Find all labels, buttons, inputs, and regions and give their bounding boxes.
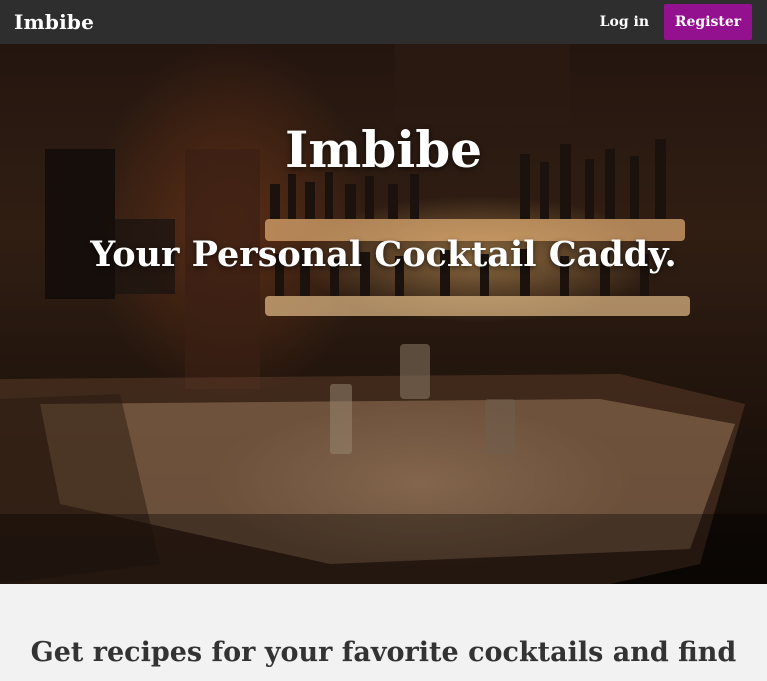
intro-section: Get recipes for your favorite cocktails …: [0, 584, 767, 681]
nav-actions: Log in Register: [600, 4, 752, 40]
login-link[interactable]: Log in: [600, 14, 649, 30]
brand-logo-link[interactable]: Imbibe: [14, 10, 94, 34]
intro-heading: Get recipes for your favorite cocktails …: [30, 637, 737, 668]
hero-title: Imbibe: [284, 120, 483, 179]
hero-subtitle: Your Personal Cocktail Caddy.: [90, 234, 677, 275]
register-button[interactable]: Register: [664, 4, 752, 40]
top-navbar: Imbibe Log in Register: [0, 0, 767, 44]
hero-banner: Imbibe Your Personal Cocktail Caddy.: [0, 44, 767, 584]
